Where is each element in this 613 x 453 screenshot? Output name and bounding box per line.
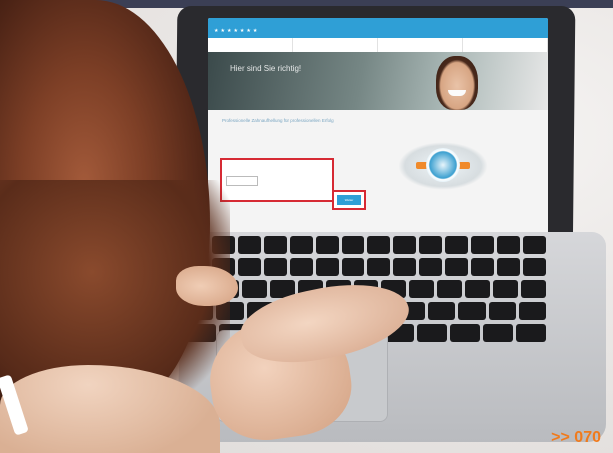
nav-item [463, 38, 548, 52]
highlighted-submit: Weiter [332, 190, 366, 210]
form-title: Professionelle Zahnaufhellung für profes… [222, 118, 334, 123]
nav-item [293, 38, 378, 52]
rating-stars-icon: ★★★★★★★ [214, 28, 260, 34]
tooth-seal-icon [426, 148, 460, 182]
submit-button: Weiter [337, 195, 361, 205]
hero-title: Hier sind Sie richtig! [230, 64, 302, 73]
nav-item [208, 38, 293, 52]
page-reference: >> 070 [551, 429, 601, 446]
laptop-screen: ★★★★★★★ Hier sind Sie richtig! Professio… [208, 18, 548, 240]
left-hand [176, 266, 238, 306]
photo-scene: ★★★★★★★ Hier sind Sie richtig! Professio… [0, 0, 613, 453]
highlighted-form-box [220, 158, 334, 202]
website-header: ★★★★★★★ [208, 18, 548, 38]
nav-item [378, 38, 463, 52]
form-select [226, 176, 258, 186]
website-nav [208, 38, 548, 52]
website-hero: Hier sind Sie richtig! [208, 52, 548, 110]
whitening-badge-image [398, 142, 488, 190]
smiling-woman-image [436, 56, 478, 110]
